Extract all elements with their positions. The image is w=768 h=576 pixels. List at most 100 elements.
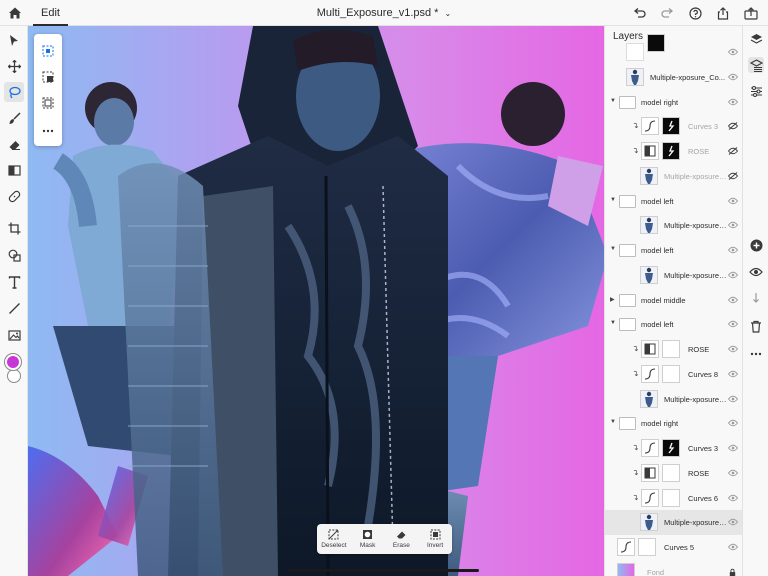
layer-mask-thumbnail[interactable] xyxy=(662,439,680,457)
crop-tool-icon[interactable] xyxy=(4,218,24,238)
foreground-color-swatch[interactable] xyxy=(5,354,21,370)
layer-row[interactable]: ↴ ROSE xyxy=(605,139,742,164)
arrange-icon[interactable] xyxy=(748,290,764,306)
type-tool-icon[interactable] xyxy=(4,272,24,292)
select-tool-icon[interactable] xyxy=(4,30,24,50)
eye-icon[interactable] xyxy=(727,444,739,452)
layer-mask-thumbnail[interactable] xyxy=(638,538,656,556)
eye-icon[interactable] xyxy=(727,395,739,403)
gradient-tool-icon[interactable] xyxy=(4,160,24,180)
deselect-button[interactable]: Deselect xyxy=(317,524,351,554)
cloud-upload-icon[interactable] xyxy=(742,4,760,22)
background-color-swatch[interactable] xyxy=(7,369,21,383)
layer-mask-thumbnail[interactable] xyxy=(662,142,680,160)
layers-icon[interactable] xyxy=(748,31,764,47)
eye-icon[interactable] xyxy=(727,98,739,106)
eye-hidden-icon[interactable] xyxy=(727,171,739,180)
layer-mask-thumbnail[interactable] xyxy=(662,117,680,136)
visibility-icon[interactable] xyxy=(748,264,764,280)
eye-icon[interactable] xyxy=(727,48,739,56)
share-icon[interactable] xyxy=(714,4,732,22)
layer-name: Fond xyxy=(647,567,665,576)
brush-tool-icon[interactable] xyxy=(4,108,24,128)
document-canvas[interactable] xyxy=(28,26,604,576)
eye-hidden-icon[interactable] xyxy=(727,122,739,131)
chevron-down-icon[interactable]: ▼ xyxy=(610,98,616,104)
document-title[interactable]: Multi_Exposure_v1.psd * xyxy=(317,7,439,19)
more-icon[interactable] xyxy=(748,346,764,362)
eraser-tool-icon[interactable] xyxy=(4,134,24,154)
chevron-down-icon[interactable]: ⌄ xyxy=(445,9,452,18)
layer-row[interactable]: ↴ Curves 3 xyxy=(605,114,742,139)
adjustments-icon[interactable] xyxy=(748,83,764,99)
eye-icon[interactable] xyxy=(727,370,739,378)
delete-icon[interactable] xyxy=(748,318,764,334)
eye-icon[interactable] xyxy=(727,221,739,229)
layer-row[interactable]: ▶ model middle xyxy=(605,288,742,313)
select-add-icon[interactable] xyxy=(41,70,55,84)
eye-icon[interactable] xyxy=(727,320,739,328)
layer-row[interactable]: Multiple-xposure_Co... xyxy=(605,510,742,535)
eye-hidden-icon[interactable] xyxy=(727,147,739,155)
eye-icon[interactable] xyxy=(727,543,739,551)
healing-tool-icon[interactable] xyxy=(4,186,24,206)
mask-button[interactable]: Mask xyxy=(351,524,385,554)
eye-icon[interactable] xyxy=(727,296,739,304)
layer-row[interactable]: ▼ model left xyxy=(605,238,742,263)
chevron-down-icon[interactable]: ▼ xyxy=(610,320,616,326)
add-layer-icon[interactable] xyxy=(748,237,764,253)
chevron-right-icon[interactable]: ▶ xyxy=(610,296,615,303)
undo-icon[interactable] xyxy=(630,4,648,22)
layer-row[interactable]: ↴ ROSE xyxy=(605,461,742,486)
lock-icon[interactable] xyxy=(728,568,738,576)
eye-icon[interactable] xyxy=(727,246,739,254)
layer-name: model left xyxy=(641,196,674,206)
chevron-down-icon[interactable]: ▼ xyxy=(610,197,616,203)
eye-icon[interactable] xyxy=(727,271,739,279)
chevron-down-icon[interactable]: ▼ xyxy=(610,246,616,252)
layer-row[interactable] xyxy=(605,34,742,65)
layer-row[interactable]: Fond xyxy=(605,560,742,576)
image-tool-icon[interactable] xyxy=(4,325,24,345)
layer-row[interactable]: ▼ model right xyxy=(605,411,742,436)
layer-row[interactable]: Curves 5 xyxy=(605,535,742,560)
select-subtract-icon[interactable] xyxy=(41,96,55,110)
lasso-tool-icon[interactable] xyxy=(4,82,24,102)
more-icon[interactable] xyxy=(41,124,55,138)
shapes-tool-icon[interactable] xyxy=(4,245,24,265)
edit-tab[interactable]: Edit xyxy=(33,0,68,26)
select-subject-icon[interactable] xyxy=(41,44,55,58)
eye-icon[interactable] xyxy=(727,345,739,353)
move-tool-icon[interactable] xyxy=(4,56,24,76)
line-tool-icon[interactable] xyxy=(4,298,24,318)
erase-button[interactable]: Erase xyxy=(385,524,419,554)
layer-mask-thumbnail[interactable] xyxy=(662,463,680,482)
eye-icon[interactable] xyxy=(727,518,739,526)
chevron-down-icon[interactable]: ▼ xyxy=(610,419,616,425)
help-icon[interactable] xyxy=(686,4,704,22)
home-icon[interactable] xyxy=(6,4,24,22)
layer-row[interactable]: ↴ ROSE xyxy=(605,337,742,362)
eye-icon[interactable] xyxy=(727,197,739,205)
eye-icon[interactable] xyxy=(727,469,739,477)
layer-mask-thumbnail[interactable] xyxy=(662,340,680,358)
eye-icon[interactable] xyxy=(727,73,739,81)
layer-row[interactable]: ↴ Curves 8 xyxy=(605,362,742,387)
eye-icon[interactable] xyxy=(727,419,739,427)
layer-row[interactable]: Multiple-xposure_Co... xyxy=(605,65,742,90)
invert-button[interactable]: Invert xyxy=(418,524,452,554)
redo-icon[interactable] xyxy=(658,4,676,22)
layer-mask-thumbnail[interactable] xyxy=(662,488,680,507)
layer-row[interactable]: Multiple-xposure_Co... xyxy=(605,263,742,288)
layer-row[interactable]: Multiple-xposure_Co... xyxy=(605,164,742,189)
layer-row[interactable]: Multiple-xposure_Co... xyxy=(605,387,742,412)
layer-row[interactable]: ↴ Curves 3 xyxy=(605,436,742,461)
layer-row[interactable]: ▼ model right xyxy=(605,90,742,115)
layer-row[interactable]: Multiple-xposure_Co... xyxy=(605,213,742,238)
layer-row[interactable]: ▼ model left xyxy=(605,312,742,337)
eye-icon[interactable] xyxy=(727,494,739,502)
layer-properties-icon[interactable] xyxy=(748,57,764,73)
layer-row[interactable]: ↴ Curves 6 xyxy=(605,486,742,511)
layer-row[interactable]: ▼ model left xyxy=(605,189,742,214)
layer-mask-thumbnail[interactable] xyxy=(662,364,680,383)
